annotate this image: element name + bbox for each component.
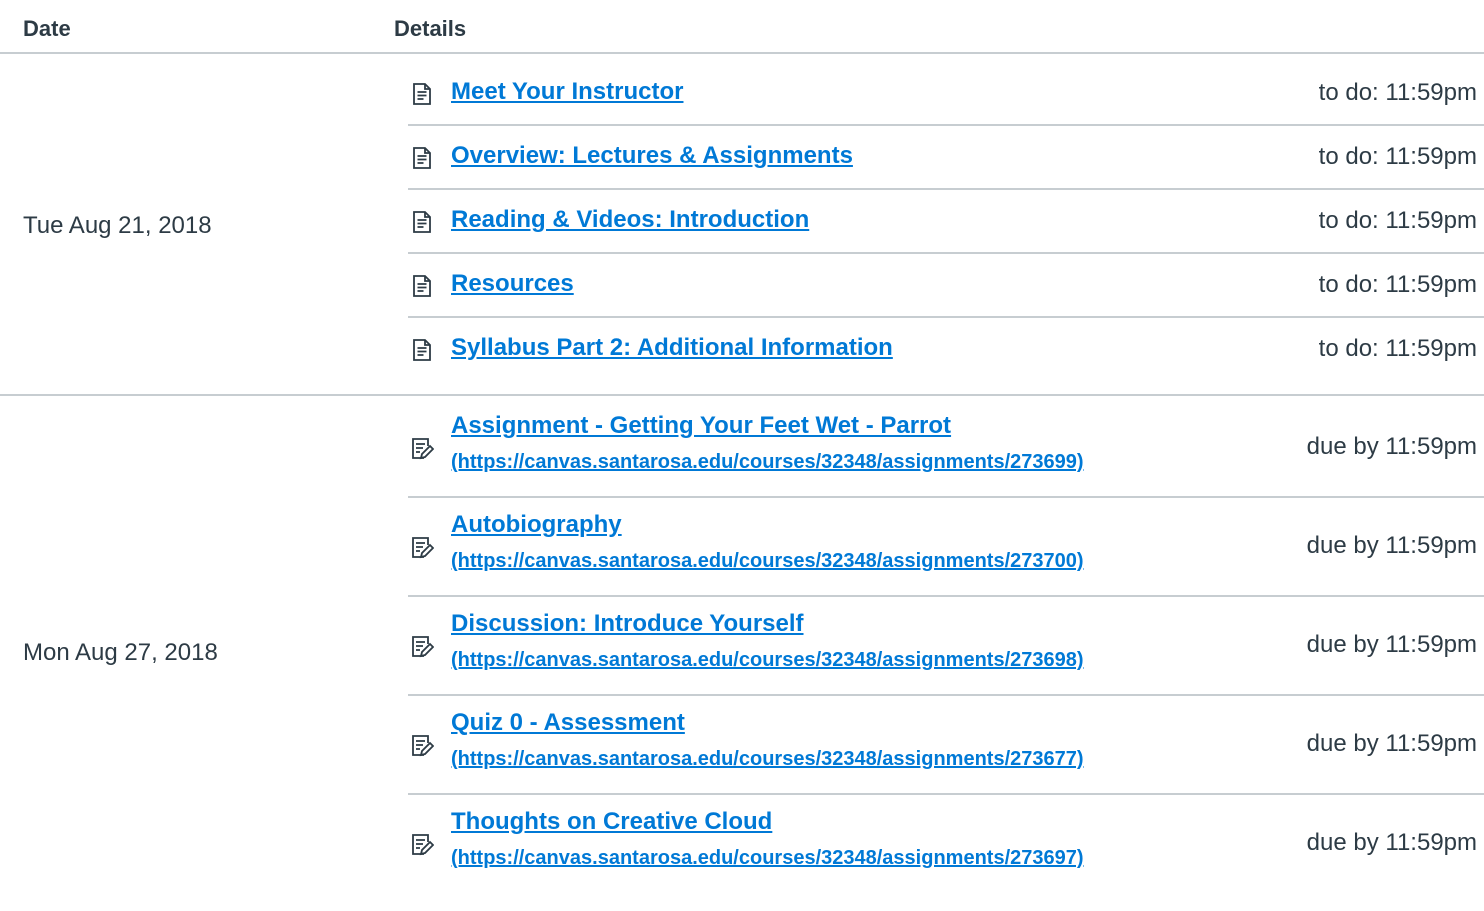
- item-title-link[interactable]: Quiz 0 - Assessment: [451, 709, 685, 737]
- page-icon: [410, 146, 434, 170]
- page-icon: [410, 82, 434, 106]
- details-column-header: Details: [394, 16, 467, 41]
- list-item: Discussion: Introduce Yourself (https://…: [408, 597, 1484, 696]
- item-url-link[interactable]: (https://canvas.santarosa.edu/courses/32…: [451, 847, 1084, 870]
- item-when: to do: 11:59pm: [1318, 143, 1477, 170]
- item-title-link[interactable]: Assignment - Getting Your Feet Wet - Par…: [451, 412, 951, 440]
- page-icon: [410, 274, 434, 298]
- item-url-link[interactable]: (https://canvas.santarosa.edu/courses/32…: [451, 649, 1084, 672]
- page-icon: [410, 210, 434, 234]
- group-date: Tue Aug 21, 2018: [23, 212, 212, 239]
- item-title-link[interactable]: Overview: Lectures & Assignments: [451, 142, 853, 170]
- item-title-link[interactable]: Reading & Videos: Introduction: [451, 206, 809, 234]
- date-column-header: Date: [23, 16, 71, 41]
- list-item: Assignment - Getting Your Feet Wet - Par…: [408, 399, 1484, 498]
- list-item: Syllabus Part 2: Additional Information …: [408, 318, 1484, 380]
- assignment-icon: [410, 437, 435, 461]
- item-when: to do: 11:59pm: [1318, 335, 1477, 362]
- item-title-link[interactable]: Discussion: Introduce Yourself: [451, 610, 804, 638]
- item-when: due by 11:59pm: [1306, 532, 1477, 559]
- assignment-icon: [410, 635, 435, 659]
- item-title-link[interactable]: Thoughts on Creative Cloud: [451, 808, 772, 836]
- item-when: to do: 11:59pm: [1318, 207, 1477, 234]
- item-when: to do: 11:59pm: [1318, 79, 1477, 106]
- item-url-link[interactable]: (https://canvas.santarosa.edu/courses/32…: [451, 550, 1084, 573]
- assignment-icon: [410, 833, 435, 857]
- date-group: Tue Aug 21, 2018 Meet Your Instructor to…: [0, 54, 1484, 396]
- date-group: Mon Aug 27, 2018 Assignment - Getting Yo…: [0, 396, 1484, 892]
- item-title-link[interactable]: Resources: [451, 270, 574, 298]
- item-when: due by 11:59pm: [1306, 829, 1477, 856]
- list-item: Meet Your Instructor to do: 11:59pm: [408, 62, 1484, 126]
- list-item: Quiz 0 - Assessment (https://canvas.sant…: [408, 696, 1484, 795]
- item-url-link[interactable]: (https://canvas.santarosa.edu/courses/32…: [451, 451, 1084, 474]
- item-title-link[interactable]: Autobiography: [451, 511, 622, 539]
- list-item: Autobiography (https://canvas.santarosa.…: [408, 498, 1484, 597]
- assignment-icon: [410, 734, 435, 758]
- syllabus-table: Date Details Tue Aug 21, 2018 Meet Your …: [0, 0, 1484, 892]
- item-when: due by 11:59pm: [1306, 433, 1477, 460]
- item-url-link[interactable]: (https://canvas.santarosa.edu/courses/32…: [451, 748, 1084, 771]
- group-date: Mon Aug 27, 2018: [23, 639, 218, 666]
- list-item: Reading & Videos: Introduction to do: 11…: [408, 190, 1484, 254]
- list-item: Overview: Lectures & Assignments to do: …: [408, 126, 1484, 190]
- item-when: due by 11:59pm: [1306, 631, 1477, 658]
- page-icon: [410, 338, 434, 362]
- item-title-link[interactable]: Meet Your Instructor: [451, 78, 683, 106]
- item-when: due by 11:59pm: [1306, 730, 1477, 757]
- table-header: Date Details: [0, 0, 1484, 54]
- item-title-link[interactable]: Syllabus Part 2: Additional Information: [451, 334, 893, 362]
- assignment-icon: [410, 536, 435, 560]
- list-item: Thoughts on Creative Cloud (https://canv…: [408, 795, 1484, 892]
- item-when: to do: 11:59pm: [1318, 271, 1477, 298]
- list-item: Resources to do: 11:59pm: [408, 254, 1484, 318]
